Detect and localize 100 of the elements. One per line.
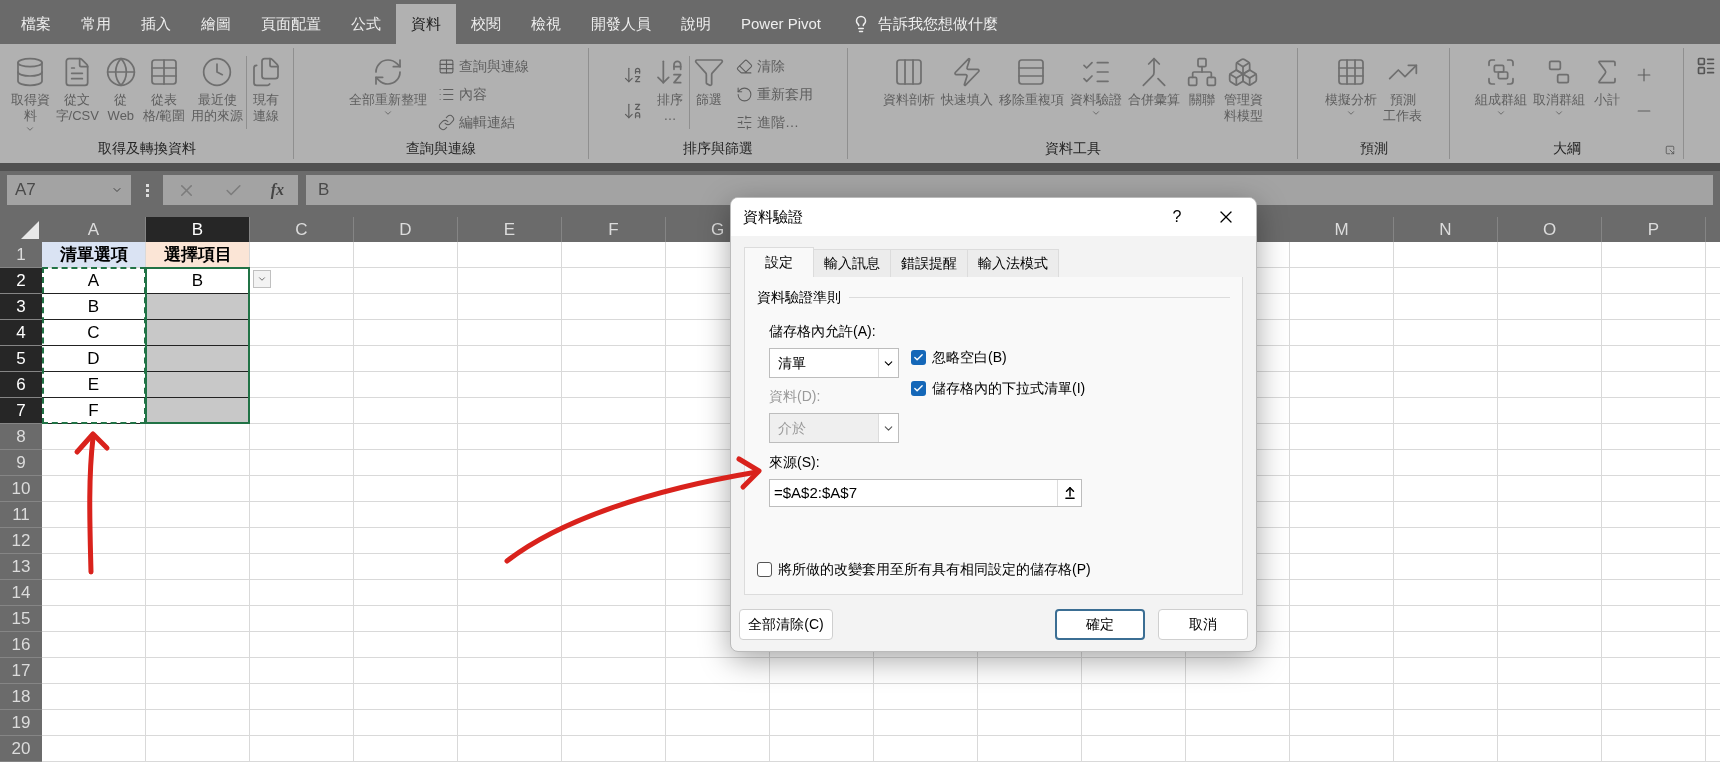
caret-icon [1090, 108, 1101, 118]
more-icon [145, 183, 149, 197]
ribbon-tab[interactable]: 檢視 [516, 4, 576, 44]
row-header[interactable]: 9 [0, 450, 42, 476]
section-heading: 資料驗證準則 [757, 288, 841, 307]
ribbon-button[interactable]: 模擬分析 [1322, 48, 1380, 137]
tell-me-search[interactable]: 告訴我您想做什麼 [878, 12, 999, 36]
ribbon-button[interactable]: 從表 格/範圍 [139, 48, 189, 137]
select-all-corner[interactable] [21, 221, 39, 239]
ribbon-button[interactable]: 快速填入 [937, 48, 996, 137]
collapse-dialog-icon[interactable] [1062, 486, 1077, 500]
ribbon-button[interactable]: 篩選 [690, 48, 728, 137]
ribbon-button[interactable]: 移除重複項 [995, 48, 1067, 137]
row-header[interactable]: 20 [0, 736, 42, 762]
checkbox[interactable] [757, 562, 772, 577]
ribbon-button[interactable]: 從文 字/CSV [52, 48, 102, 137]
ribbon-button[interactable]: 從 Web [101, 48, 140, 137]
ribbon-small-button[interactable]: 查詢與連線 [437, 56, 529, 77]
row-header[interactable]: 18 [0, 684, 42, 710]
dialog-launcher-icon[interactable] [1665, 145, 1675, 155]
ribbon-button[interactable]: 全部重新整理 [345, 48, 430, 137]
dialog-button[interactable]: 全部清除(C) [739, 609, 833, 640]
dropdown-button[interactable] [253, 270, 271, 288]
row-header[interactable]: 15 [0, 606, 42, 632]
filter-icon [693, 56, 725, 88]
data-select[interactable]: 介於 [769, 413, 899, 443]
group-label: 預測 [1359, 138, 1388, 158]
help-button[interactable]: ? [1162, 205, 1192, 229]
ribbon-button[interactable]: 小計 [1587, 48, 1626, 137]
source-field[interactable]: =$A$2:$A$7 [769, 479, 1082, 507]
row-header[interactable]: 7 [0, 398, 42, 424]
column-header[interactable]: B [146, 217, 250, 242]
ribbon-button[interactable]: 資料剖析 [879, 48, 938, 137]
table-cell: F [42, 398, 146, 424]
ribbon-tab[interactable]: 開發人員 [576, 4, 666, 44]
dialog-button[interactable]: 取消 [1158, 609, 1248, 640]
row-header[interactable]: 19 [0, 710, 42, 736]
dialog-tab[interactable]: 輸入法模式 [968, 249, 1059, 277]
ribbon-small-button[interactable]: 進階… [736, 112, 813, 133]
ribbon-button[interactable]: 資料驗證 [1066, 48, 1125, 137]
ribbon-button[interactable]: 取得資 料 [7, 48, 53, 137]
ribbon-small-button[interactable]: 重新套用 [736, 84, 813, 105]
row-header[interactable]: 13 [0, 554, 42, 580]
ribbon-tab[interactable]: Power Pivot [726, 4, 837, 44]
dialog-tab[interactable]: 錯誤提醒 [891, 249, 968, 277]
ribbon-button[interactable]: 排序 … [651, 48, 689, 137]
ribbon-tab[interactable]: 插入 [126, 4, 186, 44]
name-box[interactable]: A7 [7, 175, 131, 205]
insert-function-button[interactable]: fx [270, 178, 285, 202]
row-header[interactable]: 1 [0, 242, 42, 268]
ribbon-small-button[interactable]: 內容 [437, 84, 529, 105]
row-header[interactable]: 10 [0, 476, 42, 502]
row-header[interactable]: 16 [0, 632, 42, 658]
dialog-button[interactable]: 確定 [1055, 609, 1145, 640]
row-header[interactable]: 5 [0, 346, 42, 372]
ribbon-button[interactable]: 預測 工作表 [1380, 48, 1425, 137]
ribbon-button[interactable]: 管理資 料模型 [1220, 48, 1266, 137]
row-header[interactable]: 3 [0, 294, 42, 320]
caret-icon [25, 124, 35, 134]
ribbon-button[interactable]: 合併彙算 [1124, 48, 1183, 137]
ribbon-small-button[interactable]: 清除 [736, 56, 813, 77]
caret-icon [1495, 108, 1506, 118]
ribbon-tab[interactable]: 頁面配置 [246, 4, 336, 44]
table-cell: A [42, 268, 146, 294]
group-label: 排序與篩選 [683, 138, 753, 158]
formula-field[interactable]: B [306, 175, 1713, 205]
row-header[interactable]: 2 [0, 268, 42, 294]
dialog-tab[interactable]: 輸入訊息 [814, 249, 891, 277]
ribbon-tab[interactable]: 常用 [66, 4, 126, 44]
field-label: 資料(D): [769, 387, 822, 406]
ribbon-tab[interactable]: 繪圖 [186, 4, 246, 44]
ribbon-tab[interactable]: 校閱 [456, 4, 516, 44]
checkbox[interactable] [911, 350, 926, 365]
row-header[interactable]: 17 [0, 658, 42, 684]
row-header[interactable]: 8 [0, 424, 42, 450]
table-cell: C [42, 320, 146, 346]
group-label: 大綱 [1552, 138, 1581, 158]
table-cell: E [42, 372, 146, 398]
allow-select[interactable]: 清單 [769, 348, 899, 378]
row-header[interactable]: 4 [0, 320, 42, 346]
row-header[interactable]: 12 [0, 528, 42, 554]
row-header[interactable]: 11 [0, 502, 42, 528]
ribbon-button[interactable]: 現有 連線 [247, 48, 286, 137]
ribbon-button[interactable]: 最近使 用的來源 [188, 48, 247, 137]
ribbon-tab[interactable]: 公式 [336, 4, 396, 44]
ribbon-button[interactable]: 取消群組 [1529, 48, 1588, 137]
network-icon [1185, 56, 1218, 88]
row-header[interactable]: 6 [0, 372, 42, 398]
checkbox-label: 忽略空白(B) [932, 348, 1007, 367]
ribbon-small-button[interactable]: 編輯連結 [437, 112, 529, 133]
ribbon-button[interactable]: 關聯 [1182, 48, 1221, 137]
row-header[interactable]: 14 [0, 580, 42, 606]
rows-icon [1015, 56, 1047, 88]
dialog-tab[interactable]: 設定 [744, 247, 814, 277]
ribbon-tab[interactable]: 說明 [666, 4, 726, 44]
ribbon-button[interactable]: 組成群組 [1471, 48, 1530, 137]
check-icon [913, 352, 924, 363]
ribbon-tab[interactable]: 檔案 [6, 4, 66, 44]
checkbox[interactable] [911, 381, 926, 396]
ribbon-tab[interactable]: 資料 [396, 4, 456, 44]
